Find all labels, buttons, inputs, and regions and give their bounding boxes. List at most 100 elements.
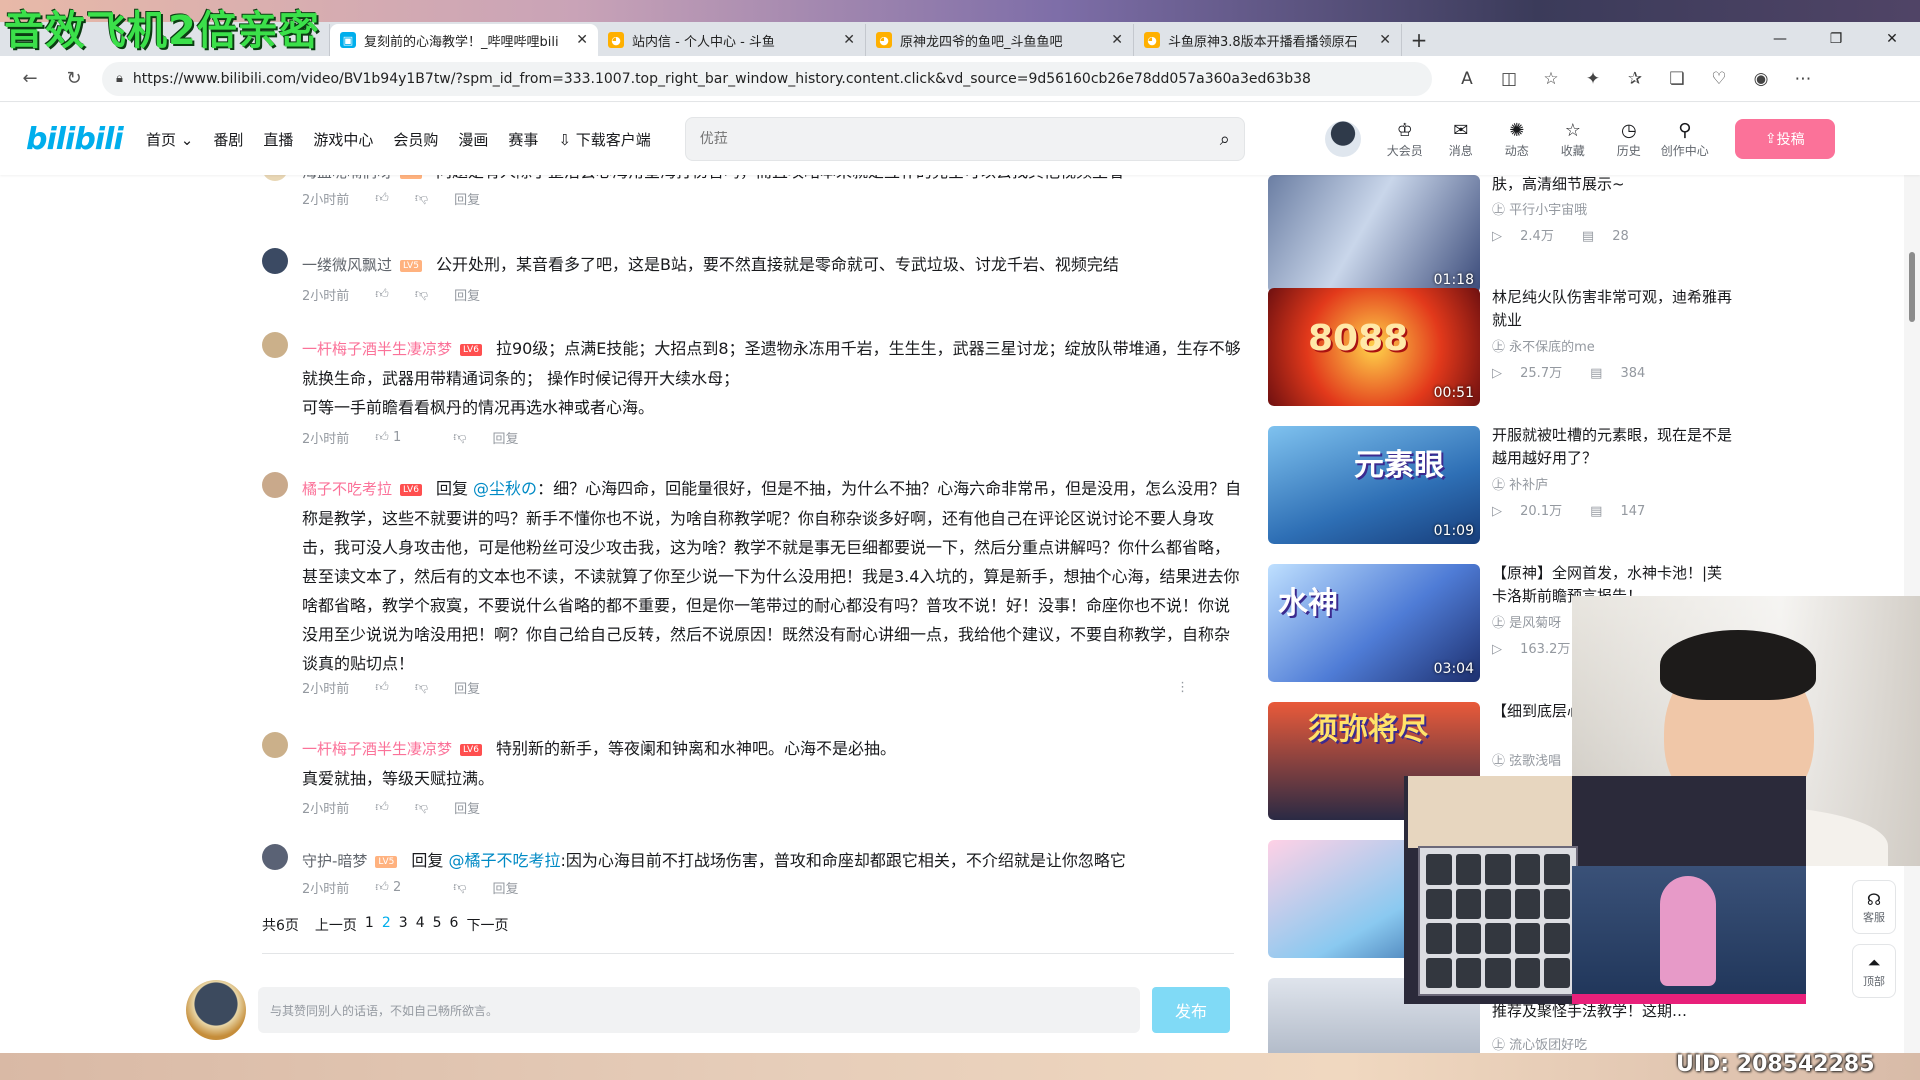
- browser-tab[interactable]: ◕ 斗鱼原神3.8版本开播看播领原石 ✕: [1134, 24, 1402, 56]
- user-avatar[interactable]: [1324, 121, 1361, 157]
- comment-username[interactable]: 一杆梅子酒半生凄凉梦: [302, 740, 452, 758]
- collections-icon[interactable]: ❏: [1656, 69, 1698, 89]
- reply-button[interactable]: 回复: [454, 798, 480, 817]
- more-options-icon[interactable]: ⋮: [1176, 680, 1189, 695]
- rec-item[interactable]: 01:18 肤，高清细节展示~ ㊤ 平行小宇宙哦 ▷ 2.4万 ▤ 28: [1268, 175, 1738, 293]
- rec-title[interactable]: 肤，高清细节展示~: [1492, 173, 1732, 196]
- menu-dynamic[interactable]: ✺ 动态: [1489, 120, 1545, 159]
- address-bar[interactable]: 🔒︎ https://www.bilibili.com/video/BV1b94…: [102, 61, 1432, 96]
- upload-button[interactable]: ⇪ 投稿: [1734, 119, 1835, 159]
- favorites-icon[interactable]: ✰: [1614, 69, 1656, 89]
- rec-thumbnail[interactable]: 元素眼 01:09: [1268, 426, 1480, 544]
- rec-uploader[interactable]: ㊤ 补补庐: [1492, 474, 1548, 493]
- mention-link[interactable]: @橘子不吃考拉: [448, 851, 560, 870]
- mention-link[interactable]: @尘秋の: [473, 479, 537, 498]
- profile-icon[interactable]: ◉: [1740, 69, 1782, 89]
- comment-username[interactable]: 一缕微风飘过: [302, 256, 392, 274]
- rec-thumbnail[interactable]: 水神 03:04: [1268, 564, 1480, 682]
- new-tab-button[interactable]: +: [1402, 24, 1436, 56]
- avatar[interactable]: [262, 732, 288, 758]
- read-aloud-icon[interactable]: A: [1446, 69, 1488, 89]
- rec-thumbnail[interactable]: 01:18: [1268, 175, 1480, 293]
- like-icon[interactable]: 👍︎: [375, 800, 389, 815]
- avatar[interactable]: [262, 844, 288, 870]
- rec-uploader[interactable]: ㊤ 弦歌浅唱: [1492, 750, 1561, 769]
- like-icon[interactable]: 👍︎ 2: [375, 880, 427, 895]
- restore-icon[interactable]: ❐: [1808, 22, 1864, 56]
- nav-home[interactable]: 首页 ⌄: [146, 129, 193, 150]
- nav-mall[interactable]: 会员购: [393, 129, 438, 150]
- rec-uploader[interactable]: ㊤ 是风菊呀: [1492, 612, 1561, 631]
- page-link[interactable]: 5: [433, 915, 442, 935]
- comment-username[interactable]: 橘子不吃考拉: [302, 480, 392, 498]
- prev-page-link[interactable]: 上一页: [315, 915, 357, 935]
- rec-item[interactable]: 8088 00:51 林尼纯火队伤害非常可观，迪希雅再就业 ㊤ 永不保底的me …: [1268, 288, 1738, 406]
- reply-button[interactable]: 回复: [454, 285, 480, 304]
- next-page-link[interactable]: 下一页: [466, 915, 508, 935]
- scrollbar-track[interactable]: [1904, 103, 1920, 1053]
- dislike-icon[interactable]: 👎︎: [415, 800, 428, 815]
- reply-button[interactable]: 回复: [454, 678, 480, 697]
- favorite-star-icon[interactable]: ☆: [1530, 69, 1572, 89]
- comment-username[interactable]: 一杆梅子酒半生凄凉梦: [302, 340, 452, 358]
- extensions-icon[interactable]: ✦: [1572, 69, 1614, 89]
- bilibili-logo[interactable]: bilibili: [26, 122, 124, 157]
- nav-game-center[interactable]: 游戏中心: [313, 129, 373, 150]
- dislike-icon[interactable]: 👎︎: [415, 191, 428, 206]
- rec-title[interactable]: 开服就被吐槽的元素眼，现在是不是越用越好用了？: [1492, 424, 1732, 470]
- rec-uploader[interactable]: ㊤ 流心饭团好吃: [1492, 1034, 1587, 1053]
- menu-favorites[interactable]: ☆ 收藏: [1545, 120, 1601, 159]
- tab-close-icon[interactable]: ✕: [1379, 32, 1391, 48]
- browser-tab[interactable]: ◕ 站内信 - 个人中心 - 斗鱼 ✕: [598, 24, 866, 56]
- comment-username[interactable]: 守护-暗梦: [302, 852, 367, 870]
- page-link[interactable]: 1: [365, 915, 374, 935]
- nav-manga[interactable]: 漫画: [458, 129, 488, 150]
- avatar[interactable]: [262, 248, 288, 274]
- dislike-icon[interactable]: 👎︎: [453, 430, 466, 445]
- scrollbar-thumb[interactable]: [1909, 252, 1915, 322]
- page-link[interactable]: 6: [450, 915, 459, 935]
- back-icon[interactable]: ←: [8, 68, 52, 89]
- nav-anime[interactable]: 番剧: [213, 129, 243, 150]
- browser-tab[interactable]: ◕ 原神龙四爷的鱼吧_斗鱼鱼吧 ✕: [866, 24, 1134, 56]
- tab-close-icon[interactable]: ✕: [576, 32, 588, 48]
- rec-item[interactable]: 元素眼 01:09 开服就被吐槽的元素眼，现在是不是越用越好用了？ ㊤ 补补庐 …: [1268, 426, 1738, 544]
- tab-close-icon[interactable]: ✕: [843, 32, 855, 48]
- split-screen-icon[interactable]: ◫: [1488, 69, 1530, 89]
- page-link[interactable]: 3: [399, 915, 408, 935]
- more-icon[interactable]: ⋯: [1782, 69, 1824, 89]
- page-link-current[interactable]: 2: [382, 915, 391, 935]
- like-icon[interactable]: 👍︎: [375, 287, 389, 302]
- like-icon[interactable]: 👍︎: [375, 680, 389, 695]
- menu-history[interactable]: ◷ 历史: [1601, 120, 1657, 159]
- like-icon[interactable]: 👍︎: [375, 191, 389, 206]
- rec-title[interactable]: 林尼纯火队伤害非常可观，迪希雅再就业: [1492, 286, 1732, 332]
- back-to-top-button[interactable]: ⏶ 顶部: [1852, 944, 1896, 998]
- minimize-icon[interactable]: —: [1752, 22, 1808, 56]
- reply-input[interactable]: 与其赞同别人的话语，不如自己畅所欲言。: [258, 987, 1140, 1033]
- avatar[interactable]: [262, 472, 288, 498]
- page-link[interactable]: 4: [416, 915, 425, 935]
- browser-tab-active[interactable]: ▣ 复刻前的心海教学！_哔哩哔哩bili ✕: [330, 24, 598, 56]
- customer-service-button[interactable]: ☊ 客服: [1852, 880, 1896, 934]
- close-window-icon[interactable]: ✕: [1864, 22, 1920, 56]
- browser-essentials-icon[interactable]: ♡: [1698, 69, 1740, 89]
- dislike-icon[interactable]: 👎︎: [415, 680, 428, 695]
- rec-uploader[interactable]: ㊤ 平行小宇宙哦: [1492, 199, 1587, 218]
- dislike-icon[interactable]: 👎︎: [453, 880, 466, 895]
- publish-button[interactable]: 发布: [1152, 987, 1230, 1033]
- reply-button[interactable]: 回复: [492, 878, 518, 897]
- search-icon[interactable]: ⌕: [1220, 129, 1230, 150]
- menu-messages[interactable]: ✉ 消息: [1433, 120, 1489, 159]
- dislike-icon[interactable]: 👎︎: [415, 287, 428, 302]
- rec-uploader[interactable]: ㊤ 永不保底的me: [1492, 336, 1595, 355]
- nav-download-client[interactable]: ⇩ 下载客户端: [558, 129, 650, 150]
- reply-button[interactable]: 回复: [492, 428, 518, 447]
- menu-vip[interactable]: ♔ 大会员: [1377, 120, 1433, 159]
- rec-thumbnail[interactable]: 8088 00:51: [1268, 288, 1480, 406]
- like-icon[interactable]: 👍︎ 1: [375, 430, 427, 445]
- tab-close-icon[interactable]: ✕: [1111, 32, 1123, 48]
- nav-esports[interactable]: 赛事: [508, 129, 538, 150]
- menu-creator-center[interactable]: ⚲ 创作中心: [1657, 120, 1713, 159]
- search-input[interactable]: [699, 131, 1220, 147]
